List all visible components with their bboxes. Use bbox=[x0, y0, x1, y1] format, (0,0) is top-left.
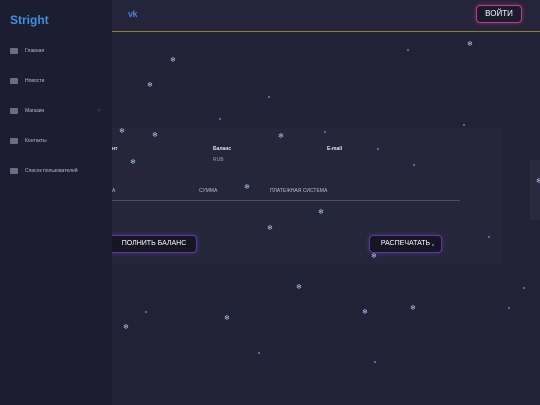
table-header-cell: А bbox=[112, 188, 116, 194]
sidebar-item-label: Магазин bbox=[25, 108, 45, 114]
sidebar-item-contacts[interactable]: Контакты bbox=[10, 135, 110, 147]
snow-dot bbox=[508, 307, 510, 309]
login-button[interactable]: ВОЙТИ bbox=[476, 5, 522, 23]
list-icon bbox=[10, 168, 18, 174]
sidebar-item-label: Главная bbox=[25, 48, 45, 54]
profile-column-header: нт bbox=[112, 146, 118, 152]
cart-icon bbox=[10, 108, 18, 114]
snow-dot bbox=[413, 164, 415, 166]
user-icon bbox=[10, 138, 18, 144]
snow-dot bbox=[488, 236, 490, 238]
balance-value: RUB bbox=[213, 157, 224, 163]
snowflake-icon: ❄ bbox=[362, 309, 368, 316]
snowflake-icon: ❄ bbox=[467, 41, 473, 48]
brand-logo[interactable]: Stright bbox=[10, 13, 49, 27]
snowflake-icon: ❄ bbox=[267, 225, 273, 232]
snowflake-icon: ❄ bbox=[536, 178, 540, 185]
snowflake-icon: ❄ bbox=[371, 253, 377, 260]
email-header: E-mail bbox=[327, 146, 343, 152]
sidebar-item-news[interactable]: Новости bbox=[10, 75, 110, 87]
snowflake-icon: ❄ bbox=[318, 209, 324, 216]
snow-dot bbox=[407, 49, 409, 51]
snowflake-icon: ❄ bbox=[244, 184, 250, 191]
table-divider bbox=[112, 200, 460, 201]
snow-dot bbox=[523, 287, 525, 289]
snowflake-icon: ❄ bbox=[410, 305, 416, 312]
snowflake-icon: ❄ bbox=[224, 315, 230, 322]
vk-icon[interactable]: vk bbox=[128, 9, 138, 19]
sidebar: Stright Главная Новости Магазин › Контак… bbox=[0, 0, 112, 405]
table-header-sum: СУММА bbox=[199, 188, 218, 194]
snowflake-icon: ❄ bbox=[170, 57, 176, 64]
sidebar-item-users-list[interactable]: Список пользователей bbox=[10, 165, 110, 177]
snow-dot bbox=[258, 352, 260, 354]
balance-header: Баланс bbox=[213, 146, 232, 152]
home-icon bbox=[10, 48, 18, 54]
snowflake-icon: ❄ bbox=[119, 128, 125, 135]
snowflake-icon: ❄ bbox=[147, 82, 153, 89]
snow-dot bbox=[377, 148, 379, 150]
sidebar-item-shop[interactable]: Магазин › bbox=[10, 105, 110, 117]
snow-dot bbox=[432, 244, 434, 246]
snow-dot bbox=[324, 131, 326, 133]
sidebar-item-home[interactable]: Главная bbox=[10, 45, 110, 57]
snowflake-icon: ❄ bbox=[296, 284, 302, 291]
snowflake-icon: ❄ bbox=[130, 159, 136, 166]
snow-dot bbox=[145, 311, 147, 313]
snowflake-icon: ❄ bbox=[152, 132, 158, 139]
chevron-right-icon: › bbox=[98, 108, 100, 114]
topup-balance-button[interactable]: ПОЛНИТЬ БАЛАНС bbox=[112, 235, 197, 253]
snow-dot bbox=[374, 361, 376, 363]
news-icon bbox=[10, 78, 18, 84]
right-panel-edge bbox=[530, 160, 540, 220]
snowflake-icon: ❄ bbox=[278, 133, 284, 140]
sidebar-item-label: Список пользователей bbox=[25, 168, 78, 174]
sidebar-item-label: Новости bbox=[25, 78, 45, 84]
snow-dot bbox=[463, 124, 465, 126]
table-header-payment-system: ПЛАТЕЖНАЯ СИСТЕМА bbox=[270, 188, 328, 194]
snowflake-icon: ❄ bbox=[123, 324, 129, 331]
sidebar-item-label: Контакты bbox=[25, 138, 47, 144]
snow-dot bbox=[219, 118, 221, 120]
snow-dot bbox=[268, 96, 270, 98]
